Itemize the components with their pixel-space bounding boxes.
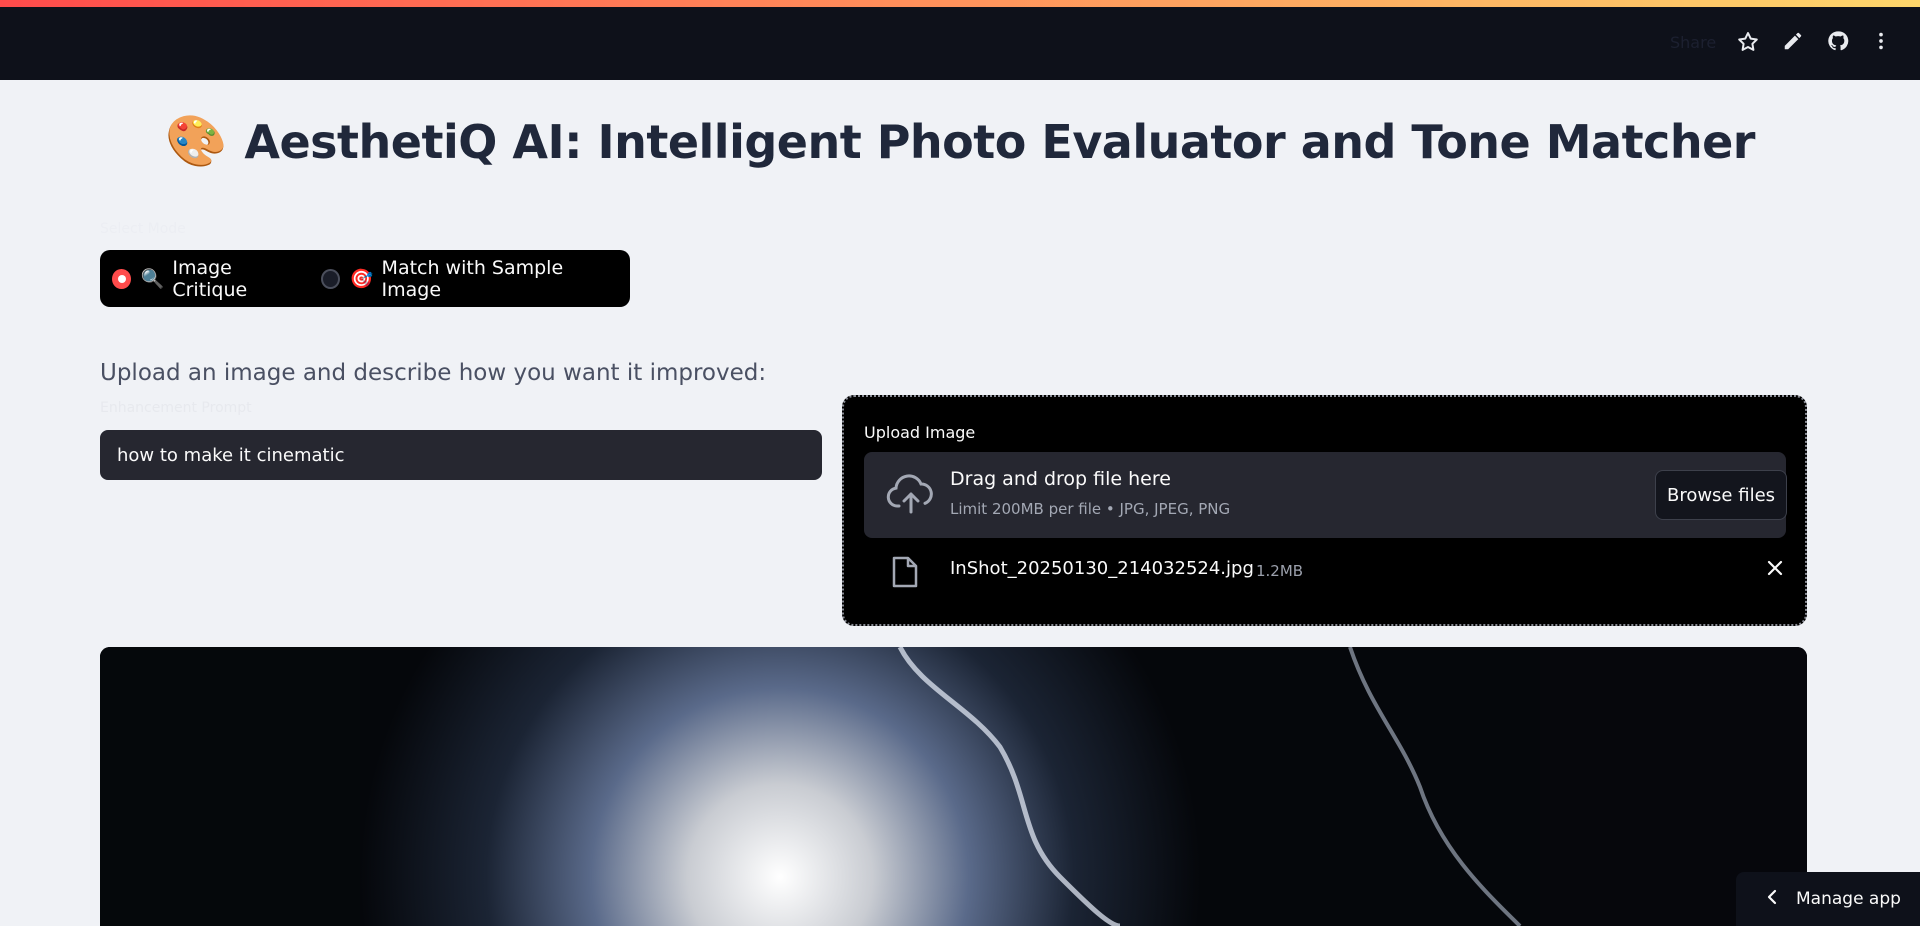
top-decoration-bar xyxy=(0,0,1920,7)
chevron-left-icon xyxy=(1766,889,1778,910)
manage-app-label: Manage app xyxy=(1796,889,1901,909)
remove-file-icon[interactable] xyxy=(1763,558,1787,582)
mode-label: Select Mode xyxy=(100,221,186,237)
palette-icon: 🎨 xyxy=(165,112,228,170)
browse-files-button[interactable]: Browse files xyxy=(1655,470,1787,520)
star-icon[interactable] xyxy=(1735,30,1761,56)
page-title-row: 🎨 AesthetiQ AI: Intelligent Photo Evalua… xyxy=(0,112,1920,171)
cloud-upload-icon xyxy=(886,474,933,514)
target-icon: 🎯 xyxy=(349,268,374,290)
radio-option-match-sample[interactable]: 🎯 Match with Sample Image xyxy=(321,257,610,301)
radio-selected-icon[interactable] xyxy=(112,268,131,289)
enhancement-prompt-input[interactable] xyxy=(100,430,822,480)
more-vertical-icon[interactable] xyxy=(1868,30,1894,56)
app-header: Share xyxy=(0,7,1920,80)
mode-radio-group: 🔍 Image Critique 🎯 Match with Sample Ima… xyxy=(100,250,630,307)
upload-instructions: Upload an image and describe how you wan… xyxy=(100,360,767,386)
pencil-icon[interactable] xyxy=(1780,30,1806,56)
file-name: InShot_20250130_214032524.jpg xyxy=(950,558,1254,579)
page-title: AesthetiQ AI: Intelligent Photo Evaluato… xyxy=(244,114,1755,169)
manage-app-button[interactable]: Manage app xyxy=(1736,872,1920,926)
dropzone-title: Drag and drop file here xyxy=(950,468,1171,490)
github-icon[interactable] xyxy=(1825,30,1851,56)
upload-panel: Upload Image Drag and drop file here Lim… xyxy=(842,395,1807,626)
share-button[interactable]: Share xyxy=(1670,33,1716,52)
uploaded-image-preview xyxy=(100,647,1807,926)
magnifier-icon: 🔍 xyxy=(140,268,165,290)
radio-unselected-icon[interactable] xyxy=(321,268,340,289)
dropzone-limit: Limit 200MB per file • JPG, JPEG, PNG xyxy=(950,500,1231,518)
file-icon xyxy=(892,556,918,588)
radio-option-image-critique[interactable]: 🔍 Image Critique xyxy=(112,257,301,301)
upload-label: Upload Image xyxy=(864,423,976,442)
uploaded-file-row: InShot_20250130_214032524.jpg 1.2MB xyxy=(864,552,1786,602)
file-size: 1.2MB xyxy=(1256,562,1304,580)
radio-option-label: Match with Sample Image xyxy=(381,256,564,301)
prompt-label: Enhancement Prompt xyxy=(100,400,252,416)
radio-option-label: Image Critique xyxy=(172,256,248,301)
file-dropzone[interactable]: Drag and drop file here Limit 200MB per … xyxy=(864,452,1787,538)
